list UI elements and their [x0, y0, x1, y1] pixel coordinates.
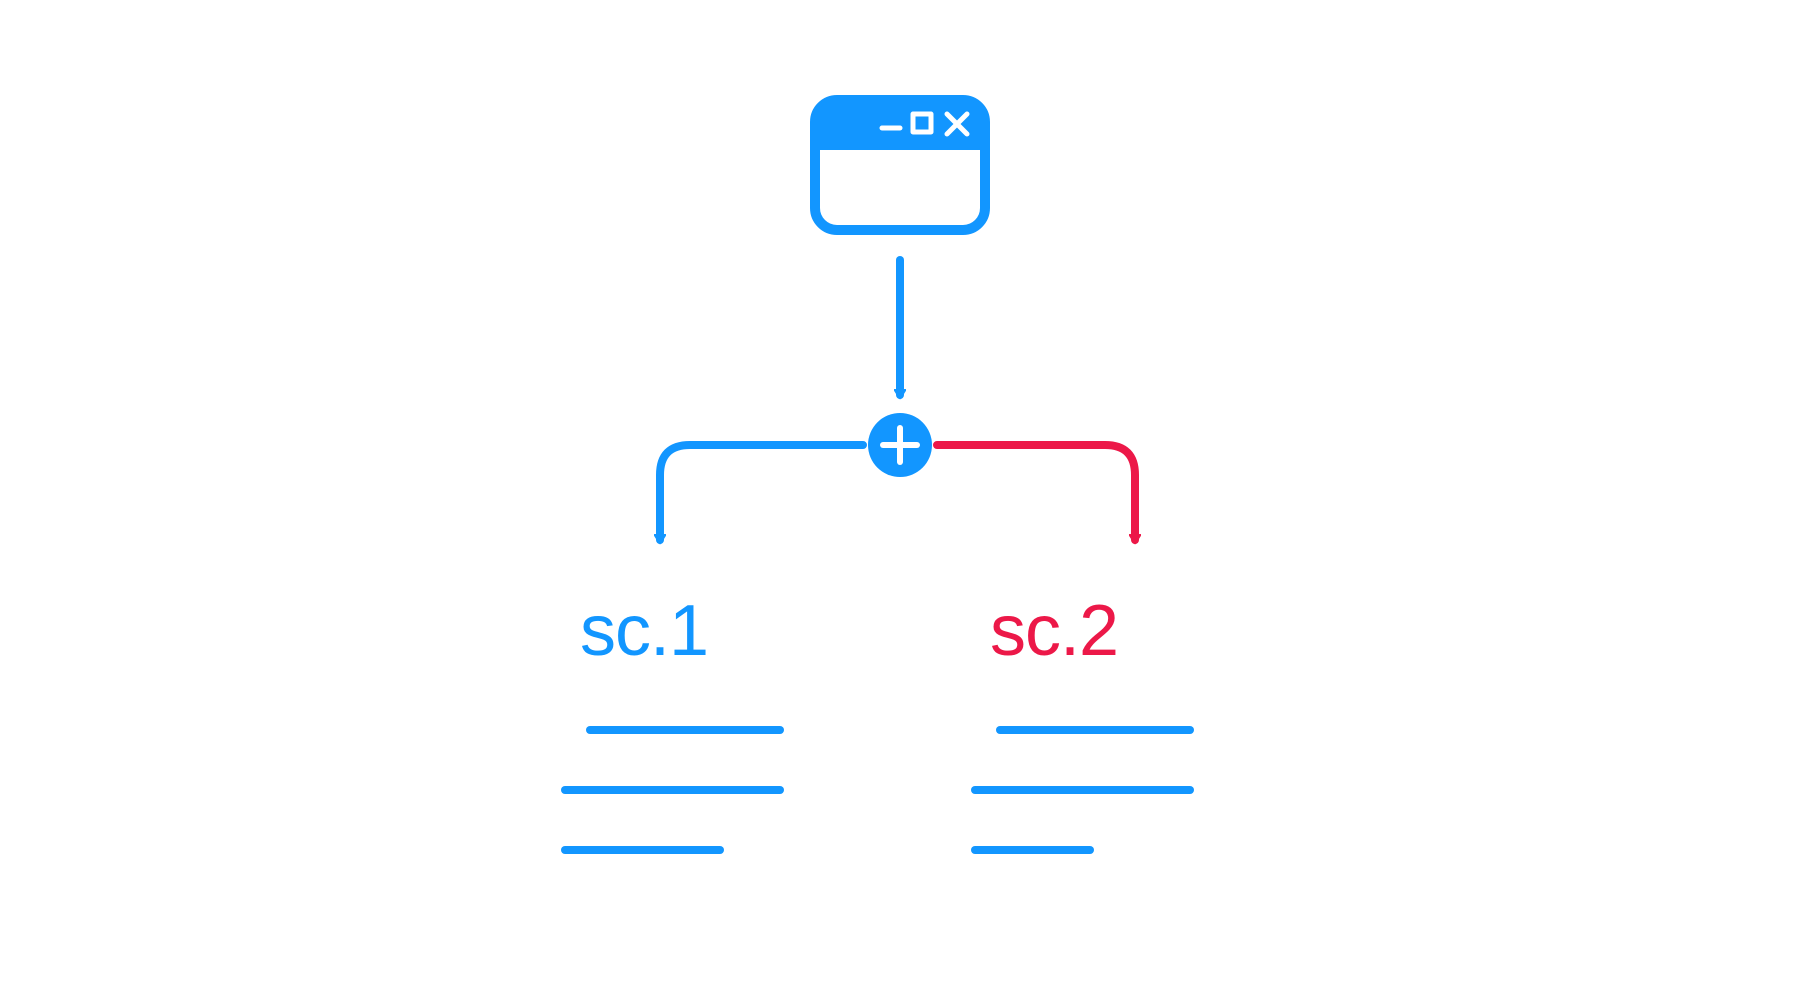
text-lines-right — [970, 715, 1220, 895]
text-lines-left — [560, 715, 810, 895]
diagram-container: sc.1 sc.2 — [450, 90, 1350, 910]
branch-label-left: sc.1 — [580, 590, 708, 672]
branch-label-right: sc.2 — [990, 590, 1118, 672]
arrow-left-branch — [660, 445, 863, 540]
window-icon — [815, 100, 985, 230]
plus-icon — [868, 413, 932, 477]
arrow-right-branch — [937, 445, 1135, 540]
